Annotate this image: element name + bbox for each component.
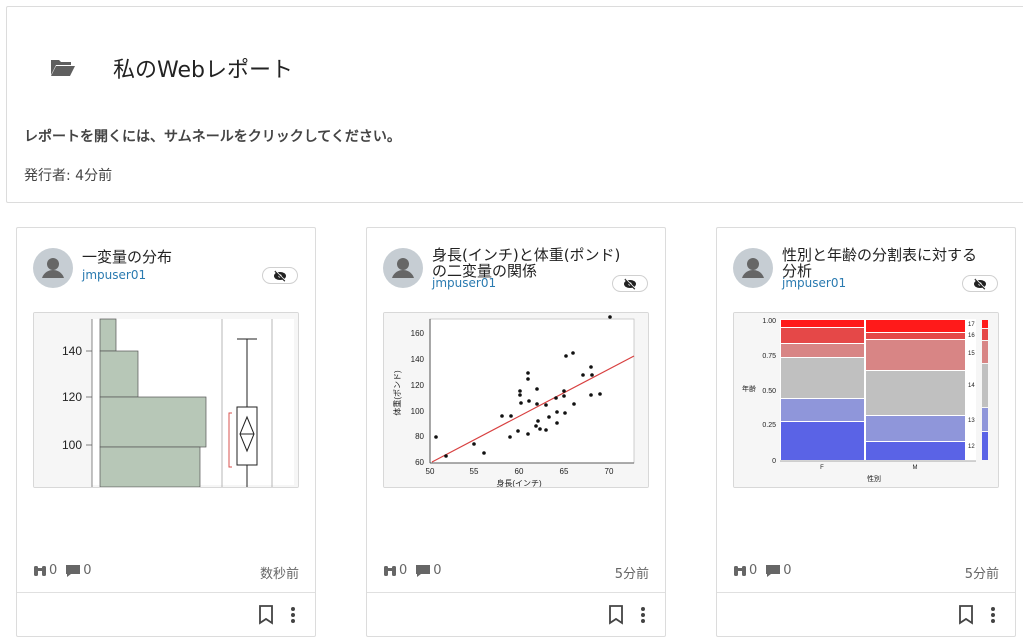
tick-label: 1.00 [762,318,776,325]
binoculars-icon [34,566,46,576]
comments-count: 0 [783,563,792,578]
views-stat: 0 [383,563,407,578]
report-thumbnail[interactable]: 140 120 100 [33,312,299,488]
tick-label: 55 [470,467,479,476]
tick-label: 60 [515,467,524,476]
more-vert-icon [991,607,995,623]
publisher-info: 発行者: 4分前 [24,168,113,184]
views-stat: 0 [733,563,757,578]
legend-label: 13 [968,418,975,424]
tick-label: 70 [605,467,614,476]
tick-label: 50 [426,467,435,476]
bookmark-button[interactable] [607,604,625,626]
comments-count: 0 [83,563,92,578]
card-timestamp: 数秒前 [259,567,299,582]
tick-label: 140 [411,355,425,364]
user-avatar-icon [383,248,423,288]
instructions-text: レポートを開くには、サムネールをクリックしてください。 [24,129,401,145]
card-author[interactable]: jmpuser01 [782,276,846,290]
comments-count: 0 [433,563,442,578]
views-count: 0 [399,563,408,578]
tick-label: 100 [411,407,425,416]
bookmark-icon [959,605,973,625]
bookmark-icon [259,605,273,625]
eye-off-icon [274,269,286,282]
axis-label: 年齢 [742,384,756,393]
folder-open-icon [50,57,76,77]
card-title[interactable]: 性別と年齢の分割表に対する分析 [782,247,982,279]
card-divider [17,592,315,593]
axis-label: 性別 [867,474,881,483]
legend-label: 14 [968,383,975,389]
tick-label: F [820,465,824,471]
tick-label: 0.25 [762,422,776,429]
legend-label: 16 [968,333,975,339]
card-author[interactable]: jmpuser01 [432,276,496,290]
bookmark-icon [609,605,623,625]
legend-label: 17 [968,322,975,328]
tick-label: 0.75 [762,353,776,360]
visibility-badge[interactable] [962,275,998,292]
tick-label: 65 [560,467,569,476]
tick-label: 0.50 [762,388,776,395]
comment-icon [66,564,81,577]
card-divider [717,592,1015,593]
more-options-button[interactable] [285,604,301,626]
comments-stat: 0 [65,563,92,578]
report-card: 一変量の分布 jmpuser01 140 120 100 0 0 数秒前 [16,227,316,637]
card-stats: 0 0 [33,563,100,578]
tick-label: 120 [411,381,425,390]
binoculars-icon [734,566,746,576]
views-stat: 0 [33,563,57,578]
eye-off-icon [974,277,986,290]
comments-stat: 0 [415,563,442,578]
axis-label: 体重(ポンド) [392,370,402,416]
bookmark-button[interactable] [257,604,275,626]
report-card: 身長(インチ)と体重(ポンド)の二変量の関係 jmpuser01 160 140… [366,227,666,637]
legend-label: 15 [968,351,975,357]
report-thumbnail[interactable]: 1.00 0.75 0.50 0.25 0 F M 性別 年齢 17 16 15… [733,312,999,488]
axis-label: 身長(インチ) [496,478,542,488]
tick-label: 120 [62,390,82,404]
card-divider [367,592,665,593]
tick-label: 160 [411,329,425,338]
tick-label: M [913,465,918,471]
card-title[interactable]: 一変量の分布 [82,249,282,265]
page-title: 私のWebレポート [113,58,293,83]
eye-off-icon [624,277,636,290]
visibility-badge[interactable] [262,267,298,284]
tick-label: 80 [415,432,424,441]
user-avatar-icon [33,248,73,288]
card-author[interactable]: jmpuser01 [82,268,146,282]
report-thumbnail[interactable]: 160 140 120 100 80 60 50 55 60 65 70 身長(… [383,312,649,488]
binoculars-icon [384,566,396,576]
visibility-badge[interactable] [612,275,648,292]
tick-label: 100 [62,438,82,452]
comment-icon [766,564,781,577]
user-avatar-icon [733,248,773,288]
views-count: 0 [749,563,758,578]
reports-header: 私のWebレポート レポートを開くには、サムネールをクリックしてください。 発行… [6,6,1023,203]
more-options-button[interactable] [635,604,651,626]
more-vert-icon [641,607,645,623]
views-count: 0 [49,563,58,578]
more-options-button[interactable] [985,604,1001,626]
tick-label: 0 [772,458,776,465]
bookmark-button[interactable] [957,604,975,626]
tick-label: 60 [415,458,424,467]
card-timestamp: 5分前 [614,567,649,582]
more-vert-icon [291,607,295,623]
comment-icon [416,564,431,577]
legend-label: 12 [968,444,975,450]
card-title[interactable]: 身長(インチ)と体重(ポンド)の二変量の関係 [432,247,632,279]
card-stats: 0 0 [383,563,450,578]
report-card: 性別と年齢の分割表に対する分析 jmpuser01 1.00 0.75 0.50… [716,227,1016,637]
card-timestamp: 5分前 [964,567,999,582]
card-stats: 0 0 [733,563,800,578]
tick-label: 140 [62,344,82,358]
comments-stat: 0 [765,563,792,578]
